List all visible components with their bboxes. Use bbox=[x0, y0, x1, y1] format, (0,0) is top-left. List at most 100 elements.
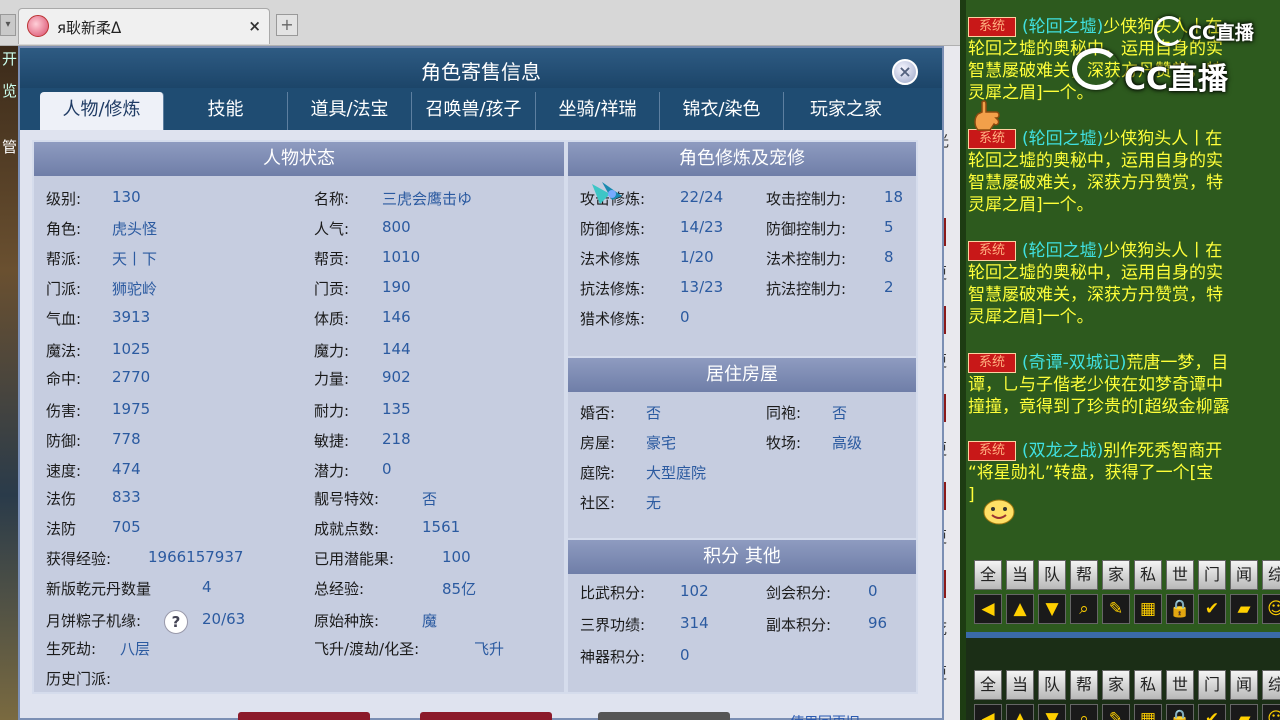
cultivation-label: 猎术修炼: bbox=[580, 310, 646, 328]
chat-channel-button[interactable]: 综 bbox=[1262, 670, 1280, 700]
stat-value: 三虎会鹰击ゆ bbox=[382, 190, 473, 208]
cultivation-value: 22/24 bbox=[680, 188, 724, 206]
housing-header: 居住房屋 bbox=[568, 358, 916, 392]
chat-tool-icon[interactable]: ◀ bbox=[974, 594, 1002, 624]
chat-tool-icon[interactable]: ⌕ bbox=[1070, 704, 1098, 720]
chat-tool-icon[interactable]: ☺ bbox=[1262, 594, 1280, 624]
chat-channel-button[interactable]: 世 bbox=[1166, 670, 1194, 700]
chat-channel-link[interactable]: (轮回之墟) bbox=[1022, 129, 1103, 149]
tab-close-icon[interactable]: × bbox=[248, 17, 261, 35]
system-tag[interactable]: 系统 bbox=[968, 441, 1016, 461]
stat-label: 命中: bbox=[46, 370, 82, 388]
chat-tool-icon[interactable]: 🔒 bbox=[1166, 704, 1194, 720]
system-tag[interactable]: 系统 bbox=[968, 353, 1016, 373]
stat-value: 20/63 bbox=[202, 610, 246, 628]
chat-channel-button[interactable]: 家 bbox=[1102, 560, 1130, 590]
chat-tool-icon[interactable]: ▼ bbox=[1038, 704, 1066, 720]
chat-message: 系统 (奇谭-双城记)荒唐一梦，目 谭，乚与子偕老少侠在如梦奇谭中 撞撞，竟得到了珍贵… bbox=[968, 352, 1280, 418]
chat-channel-button[interactable]: 家 bbox=[1102, 670, 1130, 700]
chat-channel-button[interactable]: 闻 bbox=[1230, 670, 1258, 700]
chat-tool-icon[interactable]: ☺ bbox=[1262, 704, 1280, 720]
housing-value: 否 bbox=[832, 404, 848, 422]
add-to-cart-button[interactable] bbox=[420, 712, 552, 720]
chat-channel-button[interactable]: 帮 bbox=[1070, 560, 1098, 590]
points-label: 三界功绩: bbox=[580, 616, 646, 634]
chat-channel-button[interactable]: 门 bbox=[1198, 670, 1226, 700]
close-icon[interactable]: × bbox=[892, 59, 918, 85]
cultivation-value: 13/23 bbox=[680, 278, 724, 296]
chat-tool-icon[interactable]: ▦ bbox=[1134, 594, 1162, 624]
chat-message: 系统 (轮回之墟)少侠狗头人丨在 轮回之墟的奥秘中，运用自身的实 智慧屡破难关，深获方… bbox=[968, 128, 1280, 216]
chat-channel-button[interactable]: 帮 bbox=[1070, 670, 1098, 700]
system-tag[interactable]: 系统 bbox=[968, 17, 1016, 37]
stat-value: 1010 bbox=[382, 248, 421, 266]
points-value: 102 bbox=[680, 582, 709, 600]
new-tab-button[interactable]: + bbox=[276, 14, 298, 36]
tab-mounts[interactable]: 坐骑/祥瑞 bbox=[536, 92, 660, 130]
chat-tool-icon[interactable]: ⌕ bbox=[1070, 594, 1098, 624]
chat-channel-button[interactable]: 世 bbox=[1166, 560, 1194, 590]
stat-label: 力量: bbox=[314, 370, 350, 388]
chat-tool-icon[interactable]: ◀ bbox=[974, 704, 1002, 720]
stat-label: 总经验: bbox=[314, 580, 365, 598]
stat-label: 角色: bbox=[46, 220, 82, 238]
tab-home[interactable]: 玩家之家 bbox=[784, 92, 908, 130]
chat-tool-icon[interactable]: ▰ bbox=[1230, 594, 1258, 624]
chat-channel-button[interactable]: 全 bbox=[974, 670, 1002, 700]
chat-divider[interactable] bbox=[960, 0, 966, 720]
chat-channel-button[interactable]: 队 bbox=[1038, 670, 1066, 700]
system-tag[interactable]: 系统 bbox=[968, 129, 1016, 149]
chat-tool-icon[interactable]: ▲ bbox=[1006, 594, 1034, 624]
dialog-content: 人物状态 级别: 130 角色: 虎头怪 帮派: 天丨下 门派: 狮驼岭 气血: 3913 魔法: 1… bbox=[32, 140, 918, 694]
chat-tool-icon[interactable]: 🔒 bbox=[1166, 594, 1194, 624]
chat-channel-button[interactable]: 闻 bbox=[1230, 560, 1258, 590]
chat-tool-icon[interactable]: ✔ bbox=[1198, 594, 1226, 624]
chat-channel-button[interactable]: 队 bbox=[1038, 560, 1066, 590]
browser-tab[interactable]: я耿新柔ᐃ × bbox=[18, 8, 270, 44]
chat-channel-link[interactable]: (轮回之墟) bbox=[1022, 17, 1103, 37]
chat-tool-icon[interactable]: ✔ bbox=[1198, 704, 1226, 720]
stat-value: 778 bbox=[112, 430, 141, 448]
chat-channel-link[interactable]: (轮回之墟) bbox=[1022, 241, 1103, 261]
chat-channel-button[interactable]: 当 bbox=[1006, 560, 1034, 590]
cultivation-value: 0 bbox=[680, 308, 690, 326]
chat-channel-button[interactable]: 全 bbox=[974, 560, 1002, 590]
chat-text: 灵犀之眉]一个。 bbox=[968, 195, 1094, 215]
chat-tool-icon[interactable]: ▦ bbox=[1134, 704, 1162, 720]
tab-outfits[interactable]: 锦衣/染色 bbox=[660, 92, 784, 130]
stat-value: 474 bbox=[112, 460, 141, 478]
cc-logo-large: CC直播 bbox=[1124, 62, 1229, 97]
chat-channel-button[interactable]: 门 bbox=[1198, 560, 1226, 590]
points-label: 副本积分: bbox=[766, 616, 832, 634]
cultivation-label: 抗法控制力: bbox=[766, 280, 847, 298]
points-panel: 积分 其他 比武积分: 102 剑会积分: 0 三界功绩: 314 副本积分: 96 神器积分:… bbox=[568, 540, 916, 692]
tab-skills[interactable]: 技能 bbox=[164, 92, 288, 130]
favorite-button[interactable] bbox=[598, 712, 730, 720]
tab-pets[interactable]: 召唤兽/孩子 bbox=[412, 92, 536, 130]
chat-channel-link[interactable]: (奇谭-双城记) bbox=[1022, 353, 1126, 373]
stat-value: 1975 bbox=[112, 400, 151, 418]
chat-channel-button[interactable]: 综 bbox=[1262, 560, 1280, 590]
tab-character[interactable]: 人物/修炼 bbox=[40, 92, 164, 130]
chat-channel-button[interactable]: 当 bbox=[1006, 670, 1034, 700]
tab-items[interactable]: 道具/法宝 bbox=[288, 92, 412, 130]
chat-tool-icon[interactable]: ✎ bbox=[1102, 594, 1130, 624]
cultivation-label: 法术控制力: bbox=[766, 250, 847, 268]
chat-tool-icon[interactable]: ✎ bbox=[1102, 704, 1130, 720]
stat-label: 防御: bbox=[46, 432, 82, 450]
tab-scroll-left-button[interactable]: ▾ bbox=[0, 14, 16, 36]
buy-button[interactable] bbox=[238, 712, 370, 720]
system-tag[interactable]: 系统 bbox=[968, 241, 1016, 261]
chat-text: 轮回之墟的奥秘中，运用自身的实 bbox=[968, 263, 1223, 283]
help-icon[interactable]: ? bbox=[164, 610, 188, 634]
chat-channel-button[interactable]: 私 bbox=[1134, 560, 1162, 590]
chat-tool-icon[interactable]: ▰ bbox=[1230, 704, 1258, 720]
chat-tool-icon[interactable]: ▲ bbox=[1006, 704, 1034, 720]
cultivation-header: 角色修炼及宠修 bbox=[568, 142, 916, 176]
chat-channel-link[interactable]: (双龙之战) bbox=[1022, 441, 1103, 461]
chat-tool-icon[interactable]: ▼ bbox=[1038, 594, 1066, 624]
points-value: 0 bbox=[868, 582, 878, 600]
chat-channel-button[interactable]: 私 bbox=[1134, 670, 1162, 700]
dialog-titlebar[interactable]: 角色寄售信息 × bbox=[20, 48, 942, 88]
legacy-link[interactable]: 使用回更旧 bbox=[790, 712, 860, 720]
